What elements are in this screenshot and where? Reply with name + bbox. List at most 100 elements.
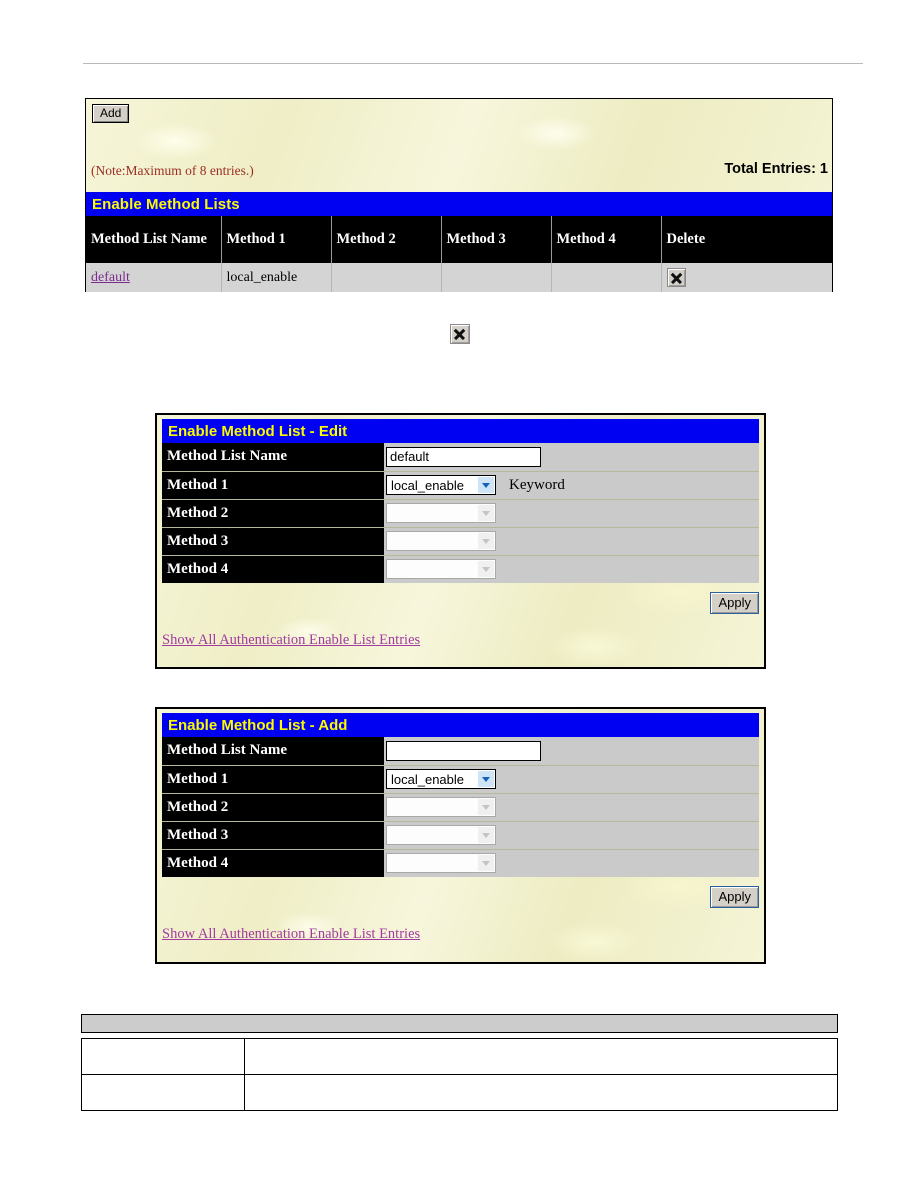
add-button[interactable]: Add — [92, 104, 130, 123]
add-label-method-list-name: Method List Name — [162, 737, 384, 766]
edit-row-method-1: Method 1 local_enable Keyword — [162, 471, 759, 500]
edit-value-method-2 — [384, 499, 759, 528]
edit-value-method-1: local_enable Keyword — [384, 471, 759, 500]
add-panel-title: Enable Method List - Add — [168, 716, 348, 734]
add-method-1-select-value: local_enable — [391, 771, 465, 787]
chevron-down-icon[interactable] — [478, 771, 494, 787]
method-2-select — [386, 503, 496, 523]
chevron-down-icon — [478, 561, 494, 578]
table-row — [81, 1038, 838, 1075]
add-label-method-1: Method 1 — [162, 765, 384, 794]
max-entries-note: (Note:Maximum of 8 entries.) — [91, 163, 254, 178]
col-method-1: Method 1 — [221, 216, 332, 263]
add-label-method-3: Method 3 — [162, 821, 384, 850]
close-x-icon[interactable] — [666, 268, 686, 287]
table-row: default local_enable — [86, 263, 832, 292]
total-entries-label: Total Entries: 1 — [724, 161, 828, 177]
add-row-method-1: Method 1 local_enable — [162, 765, 759, 794]
col-method-4: Method 4 — [551, 216, 662, 263]
chevron-down-icon — [478, 855, 494, 872]
description-table-header — [81, 1014, 838, 1033]
edit-label-method-3: Method 3 — [162, 527, 384, 556]
table-header-row: Method List Name Method 1 Method 2 Metho… — [86, 216, 832, 263]
add-method-4-select — [386, 853, 496, 874]
method-list-name-input[interactable] — [386, 446, 541, 467]
add-panel-title-bar: Enable Method List - Add — [162, 713, 759, 737]
cell-delete — [661, 263, 832, 292]
edit-label-method-1: Method 1 — [162, 471, 384, 500]
add-show-all-row: Show All Authentication Enable List Entr… — [162, 921, 759, 943]
chevron-down-icon — [478, 533, 494, 549]
cell-method-3 — [441, 263, 552, 292]
edit-value-method-3 — [384, 527, 759, 556]
add-row-method-3: Method 3 — [162, 821, 759, 850]
edit-row-method-3: Method 3 — [162, 527, 759, 556]
add-row-method-2: Method 2 — [162, 793, 759, 822]
desc-parameter-cell — [81, 1038, 245, 1075]
edit-row-method-2: Method 2 — [162, 499, 759, 528]
add-panel-form: Method List Name Method 1 local_enable M… — [162, 737, 759, 877]
method-3-select — [386, 531, 496, 551]
list-panel-toolbar: Add (Note:Maximum of 8 entries.) Total E… — [86, 99, 832, 192]
edit-row-method-list-name: Method List Name — [162, 443, 759, 472]
header-divider — [83, 63, 863, 64]
show-all-entries-link[interactable]: Show All Authentication Enable List Entr… — [162, 926, 420, 942]
method-1-select[interactable]: local_enable — [386, 475, 496, 495]
edit-value-method-4 — [384, 555, 759, 583]
table-row — [81, 1074, 838, 1111]
add-value-method-4 — [384, 849, 759, 877]
cell-method-2 — [331, 263, 442, 292]
enable-method-lists-title: Enable Method Lists — [92, 195, 240, 213]
col-method-2: Method 2 — [331, 216, 442, 263]
cell-method-list-name: default — [86, 263, 222, 292]
add-apply-button[interactable]: Apply — [710, 886, 759, 908]
add-value-method-2 — [384, 793, 759, 822]
edit-value-method-list-name — [384, 443, 759, 472]
add-label-method-4: Method 4 — [162, 849, 384, 877]
show-all-entries-link[interactable]: Show All Authentication Enable List Entr… — [162, 632, 420, 648]
add-value-method-1: local_enable — [384, 765, 759, 794]
cell-method-1: local_enable — [221, 263, 332, 292]
enable-method-list-add-panel: Enable Method List - Add Method List Nam… — [155, 707, 766, 964]
chevron-down-icon — [478, 827, 494, 843]
add-row-method-list-name: Method List Name — [162, 737, 759, 766]
add-label-method-2: Method 2 — [162, 793, 384, 822]
chevron-down-icon — [478, 505, 494, 521]
edit-row-method-4: Method 4 — [162, 555, 759, 583]
desc-description-cell — [244, 1074, 838, 1111]
edit-show-all-row: Show All Authentication Enable List Entr… — [162, 627, 759, 649]
chevron-down-icon — [478, 799, 494, 815]
enable-method-lists-table: Method List Name Method 1 Method 2 Metho… — [86, 216, 832, 292]
page-root: Add (Note:Maximum of 8 entries.) Total E… — [0, 0, 918, 1188]
add-apply-row: Apply — [162, 877, 759, 921]
add-method-1-select[interactable]: local_enable — [386, 769, 496, 789]
edit-panel-title-bar: Enable Method List - Edit — [162, 419, 759, 443]
edit-apply-row: Apply — [162, 583, 759, 627]
cell-method-4 — [551, 263, 662, 292]
col-method-3: Method 3 — [441, 216, 552, 263]
enable-method-lists-panel: Add (Note:Maximum of 8 entries.) Total E… — [85, 98, 833, 292]
edit-label-method-list-name: Method List Name — [162, 443, 384, 472]
add-row-method-4: Method 4 — [162, 849, 759, 877]
delete-icon-callout — [450, 324, 470, 344]
add-method-list-name-input[interactable] — [386, 740, 541, 761]
edit-label-method-4: Method 4 — [162, 555, 384, 583]
edit-apply-button[interactable]: Apply — [710, 592, 759, 614]
desc-parameter-cell — [81, 1074, 245, 1111]
enable-method-lists-title-bar: Enable Method Lists — [86, 192, 832, 216]
add-method-3-select — [386, 825, 496, 845]
col-method-list-name: Method List Name — [86, 216, 222, 263]
method-list-name-link[interactable]: default — [91, 270, 130, 285]
add-value-method-3 — [384, 821, 759, 850]
description-table — [81, 1038, 838, 1111]
col-delete: Delete — [661, 216, 832, 263]
close-x-icon[interactable] — [450, 324, 470, 344]
add-value-method-list-name — [384, 737, 759, 766]
edit-panel-title: Enable Method List - Edit — [168, 422, 348, 440]
method-1-select-value: local_enable — [391, 477, 465, 493]
method-1-suffix-label: Keyword — [509, 476, 565, 493]
chevron-down-icon[interactable] — [478, 477, 494, 493]
desc-description-cell — [244, 1038, 838, 1075]
enable-method-list-edit-panel: Enable Method List - Edit Method List Na… — [155, 413, 766, 669]
add-method-2-select — [386, 797, 496, 817]
